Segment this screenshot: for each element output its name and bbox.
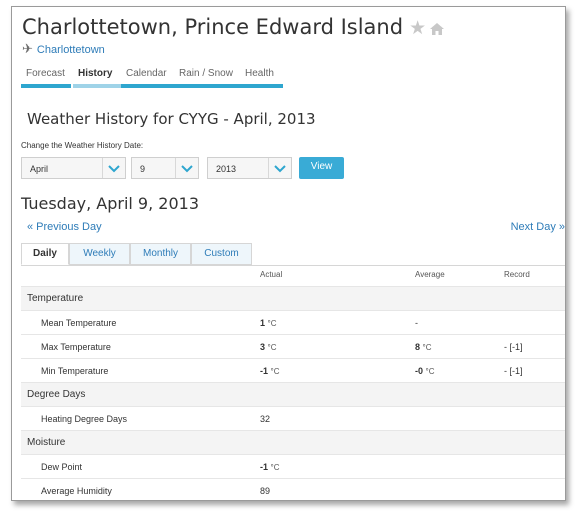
column-header-actual: Actual — [260, 270, 283, 279]
period-tabs: Daily Weekly Monthly Custom — [21, 243, 565, 266]
row-label: Min Temperature — [41, 366, 109, 376]
average-value: -0 °C — [415, 366, 435, 376]
row-label: Heating Degree Days — [41, 414, 128, 424]
section-degree-days: Degree Days — [21, 382, 565, 406]
star-icon[interactable]: ★ — [409, 17, 426, 39]
tab-weekly[interactable]: Weekly — [69, 243, 130, 265]
actual-value: 1 °C — [260, 318, 277, 328]
view-button[interactable]: View — [299, 157, 344, 179]
tab-forecast[interactable]: Forecast — [21, 67, 71, 88]
day-select[interactable]: 9 — [131, 157, 199, 179]
tab-rain-snow[interactable]: Rain / Snow — [174, 67, 242, 88]
history-heading: Weather History for CYYG - April, 2013 — [27, 110, 316, 128]
row-label: Average Humidity — [41, 486, 112, 496]
table-row: Max Temperature 3 °C 8 °C - [-1] — [21, 334, 565, 358]
table-row: Heating Degree Days 32 — [21, 406, 565, 430]
next-day-link[interactable]: Next Day » — [511, 221, 565, 233]
tab-calendar[interactable]: Calendar — [121, 67, 174, 88]
location-title-row: Charlottetown, Prince Edward Island ★ — [22, 15, 445, 39]
page-content: Charlottetown, Prince Edward Island ★ ✈ Ch… — [21, 7, 565, 500]
row-label: Max Temperature — [41, 342, 111, 352]
chevron-down-icon — [175, 158, 198, 178]
average-value: - — [415, 318, 418, 328]
actual-value: 32 — [260, 414, 271, 424]
station-link[interactable]: Charlottetown — [37, 44, 105, 56]
section-label: Moisture — [27, 437, 66, 448]
table-row: Average Humidity 89 — [21, 478, 565, 500]
day-value: 9 — [140, 164, 146, 174]
record-value: - [-1] — [504, 342, 523, 352]
tab-custom[interactable]: Custom — [191, 243, 252, 265]
year-value: 2013 — [216, 164, 237, 174]
month-value: April — [30, 164, 49, 174]
section-temperature: Temperature — [21, 286, 565, 310]
tab-monthly[interactable]: Monthly — [130, 243, 191, 265]
section-label: Temperature — [27, 293, 84, 304]
change-date-label: Change the Weather History Date: — [21, 141, 144, 150]
actual-value: -1 °C — [260, 366, 280, 376]
section-moisture: Moisture — [21, 430, 565, 454]
date-heading: Tuesday, April 9, 2013 — [21, 194, 199, 213]
tab-daily[interactable]: Daily — [21, 243, 69, 265]
section-label: Degree Days — [27, 389, 86, 400]
previous-day-link[interactable]: « Previous Day — [27, 221, 102, 233]
table-row: Dew Point -1 °C — [21, 454, 565, 478]
actual-value: 89 — [260, 486, 271, 496]
year-select[interactable]: 2013 — [207, 157, 292, 179]
tab-history[interactable]: History — [73, 67, 123, 88]
table-row: Min Temperature -1 °C -0 °C - [-1] — [21, 358, 565, 382]
location-title: Charlottetown, Prince Edward Island — [22, 15, 404, 39]
home-icon[interactable] — [430, 16, 445, 35]
actual-value: 3 °C — [260, 342, 277, 352]
airplane-icon: ✈ — [22, 41, 33, 56]
chevron-down-icon — [102, 158, 125, 178]
average-value: 8 °C — [415, 342, 432, 352]
column-header-average: Average — [415, 270, 445, 279]
month-select[interactable]: April — [21, 157, 126, 179]
station-row: ✈ Charlottetown — [22, 41, 105, 57]
actual-value: -1 °C — [260, 462, 280, 472]
chevron-down-icon — [268, 158, 291, 178]
table-row: Mean Temperature 1 °C - — [21, 310, 565, 334]
window-frame: Charlottetown, Prince Edward Island ★ ✈ Ch… — [11, 6, 566, 501]
row-label: Mean Temperature — [41, 318, 117, 328]
row-label: Dew Point — [41, 462, 83, 472]
column-header-record: Record — [504, 270, 530, 279]
record-value: - [-1] — [504, 366, 523, 376]
tab-health[interactable]: Health — [240, 67, 283, 88]
